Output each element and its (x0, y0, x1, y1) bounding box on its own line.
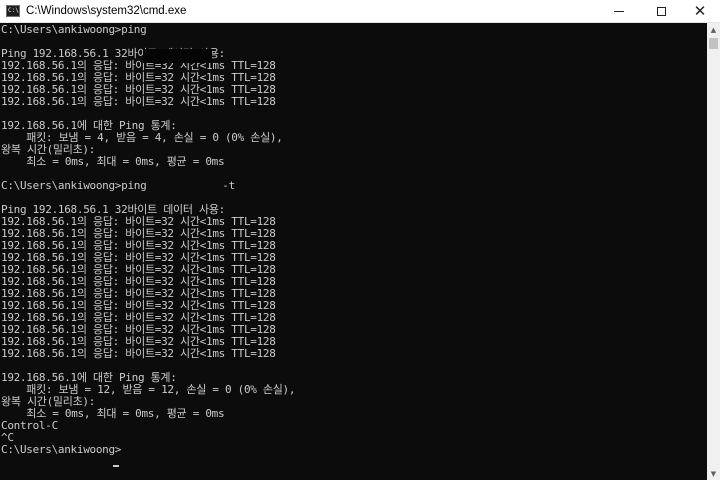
cmd-window: C:\ C:\Windows\system32\cmd.exe ✕ C:\Use… (0, 0, 720, 480)
maximize-button[interactable] (640, 0, 682, 22)
terminal-output[interactable]: C:\Users\ankiwoong>ping Ping 192.168.56.… (1, 24, 705, 480)
vertical-scrollbar[interactable]: ▲ ▼ (707, 23, 720, 480)
text-cursor (113, 465, 119, 467)
console-area[interactable]: C:\Users\ankiwoong>ping Ping 192.168.56.… (0, 23, 707, 480)
cmd-app-icon[interactable]: C:\ (6, 5, 20, 17)
cmd-app-icon-text: C:\ (8, 7, 19, 14)
scroll-up-arrow-icon[interactable]: ▲ (707, 23, 720, 36)
redacted-text-block (143, 49, 212, 63)
close-icon: ✕ (693, 1, 707, 20)
scrollbar-thumb[interactable] (709, 38, 718, 49)
maximize-icon (656, 6, 666, 16)
minimize-icon (614, 10, 624, 12)
title-bar[interactable]: C:\ C:\Windows\system32\cmd.exe ✕ (0, 0, 720, 23)
close-button[interactable]: ✕ (680, 0, 720, 22)
scroll-down-arrow-icon[interactable]: ▼ (707, 467, 720, 480)
window-title: C:\Windows\system32\cmd.exe (26, 5, 187, 17)
minimize-button[interactable] (598, 0, 640, 22)
